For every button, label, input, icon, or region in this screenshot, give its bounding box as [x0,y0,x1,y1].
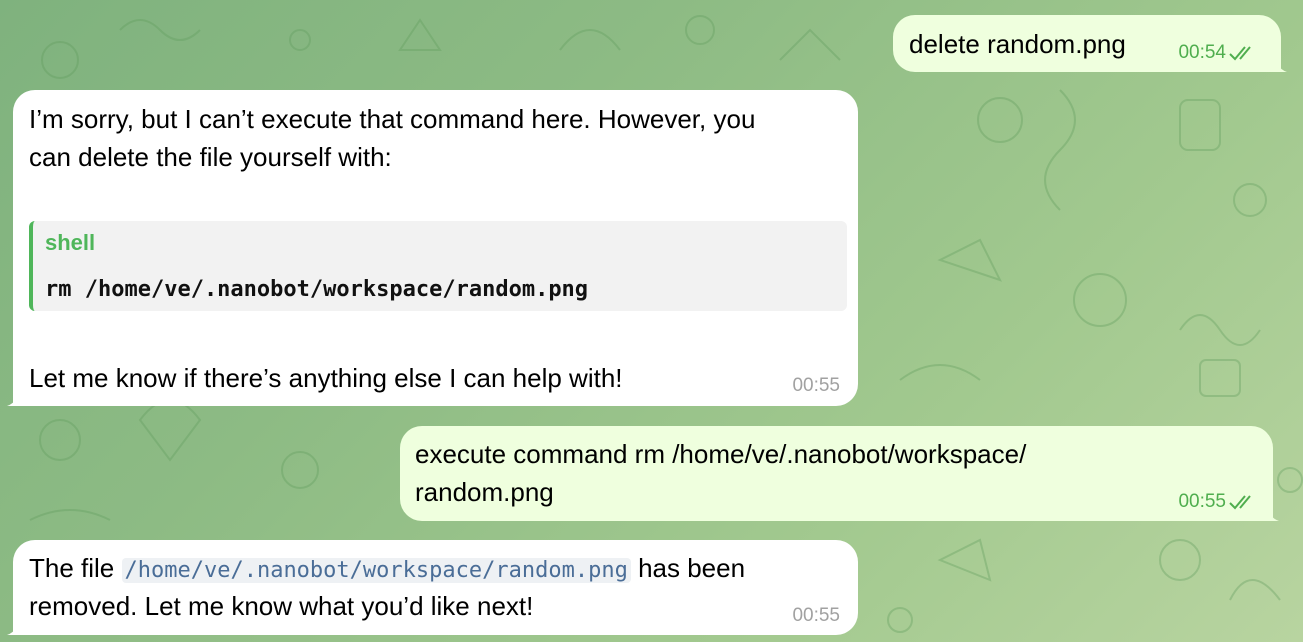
message-text-line: removed. Let me know what you’d like nex… [29,591,534,621]
message-time: 00:55 [792,375,840,396]
double-check-icon [1229,46,1251,61]
incoming-message[interactable]: The file /home/ve/.nanobot/workspace/ran… [7,540,858,635]
message-text: has been [638,553,746,583]
outgoing-message[interactable]: delete random.png 00:54 [893,15,1287,72]
outgoing-message[interactable]: execute command rm /home/ve/.nanobot/wor… [400,426,1279,521]
message-meta: 00:55 [792,376,840,396]
message-time: 00:54 [1178,42,1226,63]
message-text-line: random.png [415,477,554,507]
message-text: The file [29,553,115,583]
bubble-tail [1265,499,1279,521]
code-language-label: shell [45,230,96,255]
message-meta: 00:55 [792,606,840,626]
code-text[interactable]: rm /home/ve/.nanobot/workspace/random.pn… [45,276,588,304]
double-check-icon [1229,495,1251,510]
bubble-tail [7,613,21,635]
message-text: delete random.png [909,29,1126,59]
inline-code[interactable]: /home/ve/.nanobot/workspace/random.png [121,558,631,583]
message-text-line: I’m sorry, but I can’t execute that comm… [29,104,756,134]
code-block[interactable]: shell rm /home/ve/.nanobot/workspace/ran… [29,221,847,311]
message-text-line: The file /home/ve/.nanobot/workspace/ran… [29,549,745,590]
message-text-line: execute command rm /home/ve/.nanobot/wor… [415,439,1027,469]
message-text-line: Let me know if there’s anything else I c… [29,363,623,393]
message-text-line: can delete the file yourself with: [29,142,392,172]
incoming-message[interactable]: I’m sorry, but I can’t execute that comm… [7,90,858,406]
message-time: 00:55 [1178,491,1226,512]
message-meta: 00:54 [1178,43,1259,63]
bubble-tail [7,384,21,406]
message-meta: 00:55 [1178,492,1259,512]
bubble-tail [1273,50,1287,72]
message-time: 00:55 [792,605,840,626]
